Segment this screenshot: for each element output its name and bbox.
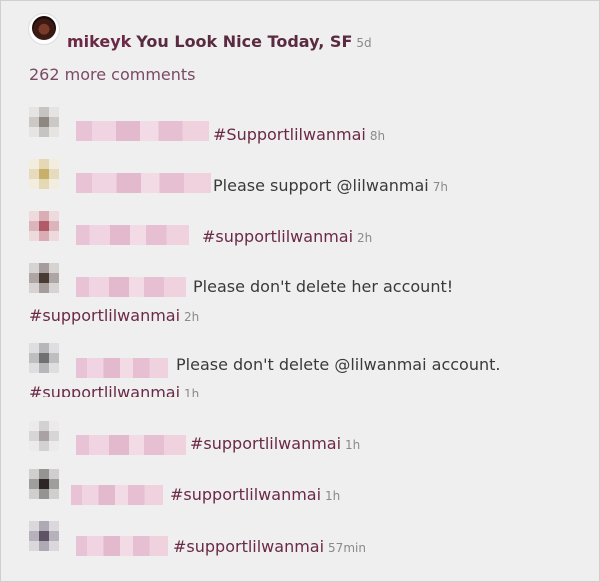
comment-body: Please don't delete her account!: [193, 277, 454, 296]
poster-username[interactable]: mikeyk: [67, 32, 131, 51]
comment-time: 1h: [345, 438, 361, 452]
comment-text: Please don't delete @lilwanmai account.: [176, 355, 500, 374]
post-header: mikeyk You Look Nice Today, SF 5d: [67, 32, 372, 51]
comment-time: 57min: [328, 541, 366, 555]
comment-text: Please don't delete her account!: [193, 277, 453, 296]
commenter-name-redacted: [76, 121, 209, 141]
commenter-avatar[interactable]: [29, 107, 59, 137]
comment-hashtag[interactable]: #supportlilwanmai: [202, 227, 353, 246]
comment-text: #supportlilwanmai 2h: [202, 227, 372, 246]
commenter-name-redacted: [76, 435, 186, 455]
comment-time: 2h: [184, 310, 200, 324]
comment-hashtag[interactable]: #supportlilwanmai: [29, 383, 180, 397]
comment-hashtag[interactable]: #supportlilwanmai: [190, 434, 341, 453]
post-age: 5d: [356, 36, 372, 50]
comment-text: Please support @lilwanmai 7h: [213, 176, 448, 195]
comment-time: 2h: [357, 231, 373, 245]
commenter-avatar[interactable]: [29, 211, 59, 241]
commenter-name-redacted: [76, 358, 168, 378]
commenter-avatar[interactable]: [29, 521, 59, 551]
comment-hashtag[interactable]: #supportlilwanmai: [173, 537, 324, 556]
commenter-avatar[interactable]: [29, 263, 59, 293]
commenter-avatar[interactable]: [29, 421, 59, 451]
commenter-name-redacted: [76, 277, 186, 297]
commenter-name-redacted: [76, 173, 211, 193]
comment-body: Please don't delete @lilwanmai account.: [176, 355, 501, 374]
commenter-name-redacted: [76, 536, 168, 556]
comment-text: #Supportlilwanmai 8h: [213, 125, 385, 144]
comment-hashtag[interactable]: #Supportlilwanmai: [213, 125, 366, 144]
comment-text-line2: #supportlilwanmai 2h: [29, 306, 199, 325]
commenter-name-redacted: [71, 485, 163, 505]
comment-body: Please support @lilwanmai: [213, 176, 429, 195]
commenter-avatar[interactable]: [29, 343, 59, 373]
post-caption: You Look Nice Today, SF: [136, 32, 353, 51]
more-comments-link[interactable]: 262 more comments: [29, 65, 196, 84]
comment-time: 7h: [432, 180, 448, 194]
poster-avatar[interactable]: [28, 13, 60, 45]
comment-time: 1h: [325, 489, 341, 503]
commenter-name-redacted: [76, 225, 189, 245]
comment-text: #supportlilwanmai 57min: [173, 537, 366, 556]
avatar-image: [32, 16, 56, 40]
comment-text: #supportlilwanmai 1h: [190, 434, 360, 453]
comment-hashtag[interactable]: #supportlilwanmai: [29, 306, 180, 325]
commenter-avatar[interactable]: [29, 159, 59, 189]
commenter-avatar[interactable]: [29, 469, 59, 499]
comment-time: 8h: [369, 129, 386, 143]
comment-hashtag[interactable]: #supportlilwanmai: [170, 485, 321, 504]
comment-time: 1h: [184, 387, 200, 397]
comments-panel: mikeyk You Look Nice Today, SF 5d 262 more…: [0, 0, 600, 582]
comment-text: #supportlilwanmai 1h: [170, 485, 340, 504]
comment-text-line2: #supportlilwanmai 1h: [29, 383, 199, 397]
